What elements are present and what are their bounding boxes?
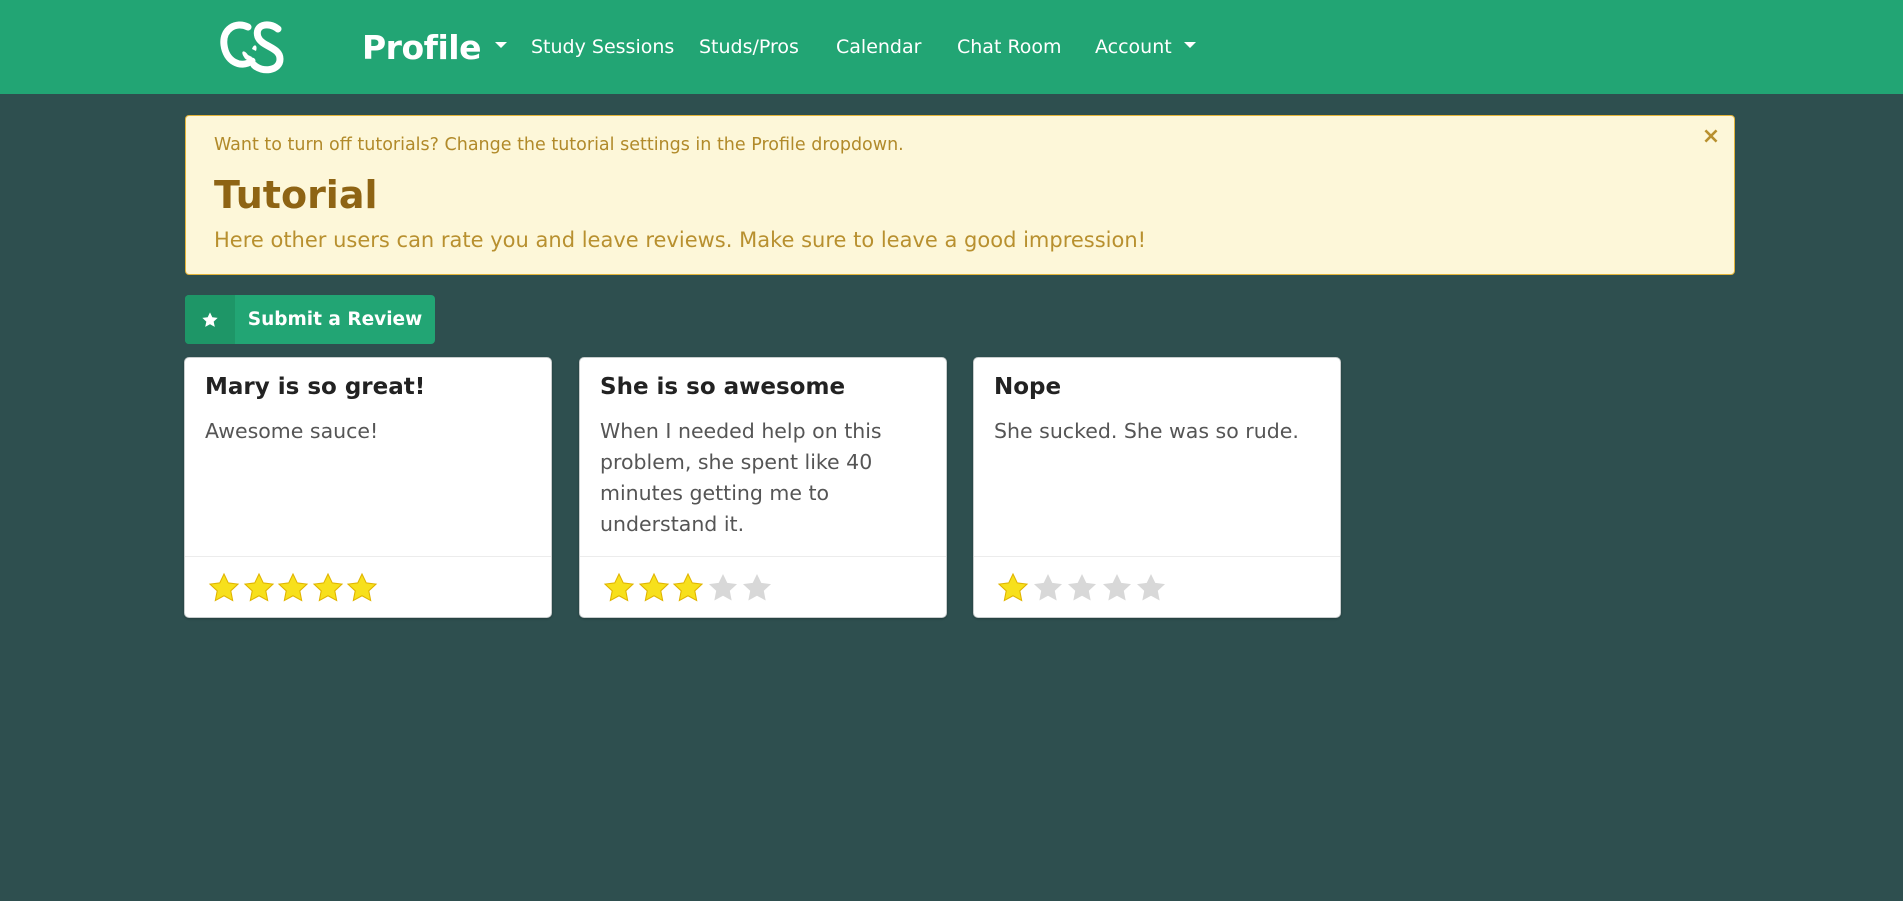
top-navbar: Profile Study Sessions Studs/Pros Calend… xyxy=(0,0,1903,94)
star-filled-icon xyxy=(997,572,1029,602)
submit-review-button[interactable]: Submit a Review xyxy=(185,295,435,344)
star-filled-icon xyxy=(312,572,343,602)
alert-body: Here other users can rate you and leave … xyxy=(214,228,1147,252)
star-filled-icon xyxy=(346,572,378,602)
star-empty-icon xyxy=(1033,573,1062,601)
star-filled-icon xyxy=(603,572,635,602)
star-filled-icon xyxy=(672,572,704,602)
review-title: Mary is so great! xyxy=(205,374,426,400)
nav-studs-pros[interactable]: Studs/Pros xyxy=(699,33,799,61)
review-title: Nope xyxy=(994,374,1062,400)
review-card: Mary is so great! Awesome sauce! xyxy=(184,357,552,618)
cs-logo-icon xyxy=(220,21,284,74)
review-rating xyxy=(580,556,946,618)
alert-note: Want to turn off tutorials? Change the t… xyxy=(214,135,904,155)
review-text: When I needed help on this problem, she … xyxy=(600,419,882,536)
nav-calendar[interactable]: Calendar xyxy=(836,33,921,61)
star-empty-icon xyxy=(1137,573,1165,601)
nav-chat-room[interactable]: Chat Room xyxy=(957,33,1062,61)
review-card: She is so awesome When I needed help on … xyxy=(579,357,947,618)
star-filled-icon xyxy=(638,572,669,602)
site-logo[interactable] xyxy=(218,17,290,77)
close-icon[interactable]: × xyxy=(1700,126,1722,148)
review-rating xyxy=(974,556,1340,618)
profile-dropdown-label: Profile xyxy=(362,27,482,67)
nav-study-sessions[interactable]: Study Sessions xyxy=(531,33,674,61)
chevron-down-icon xyxy=(1183,42,1196,48)
star-filled-icon xyxy=(243,572,274,602)
review-card: Nope She sucked. She was so rude. xyxy=(973,357,1341,618)
account-dropdown-label: Account xyxy=(1095,36,1172,58)
star-empty-icon xyxy=(1068,573,1096,601)
review-rating xyxy=(185,556,551,618)
star-empty-icon xyxy=(743,573,771,601)
review-text: She sucked. She was so rude. xyxy=(994,419,1299,443)
star-empty-icon xyxy=(1102,573,1131,601)
tutorial-alert: Want to turn off tutorials? Change the t… xyxy=(185,115,1735,275)
submit-review-label: Submit a Review xyxy=(247,309,423,330)
star-filled-icon xyxy=(208,572,240,602)
star-icon xyxy=(185,295,235,344)
review-text: Awesome sauce! xyxy=(205,419,379,443)
star-empty-icon xyxy=(708,573,737,601)
chevron-down-icon xyxy=(495,42,507,48)
review-title: She is so awesome xyxy=(600,374,846,400)
alert-title: Tutorial xyxy=(214,173,378,217)
profile-dropdown[interactable]: Profile xyxy=(362,24,507,70)
account-dropdown[interactable]: Account xyxy=(1095,33,1196,61)
star-filled-icon xyxy=(277,572,309,602)
